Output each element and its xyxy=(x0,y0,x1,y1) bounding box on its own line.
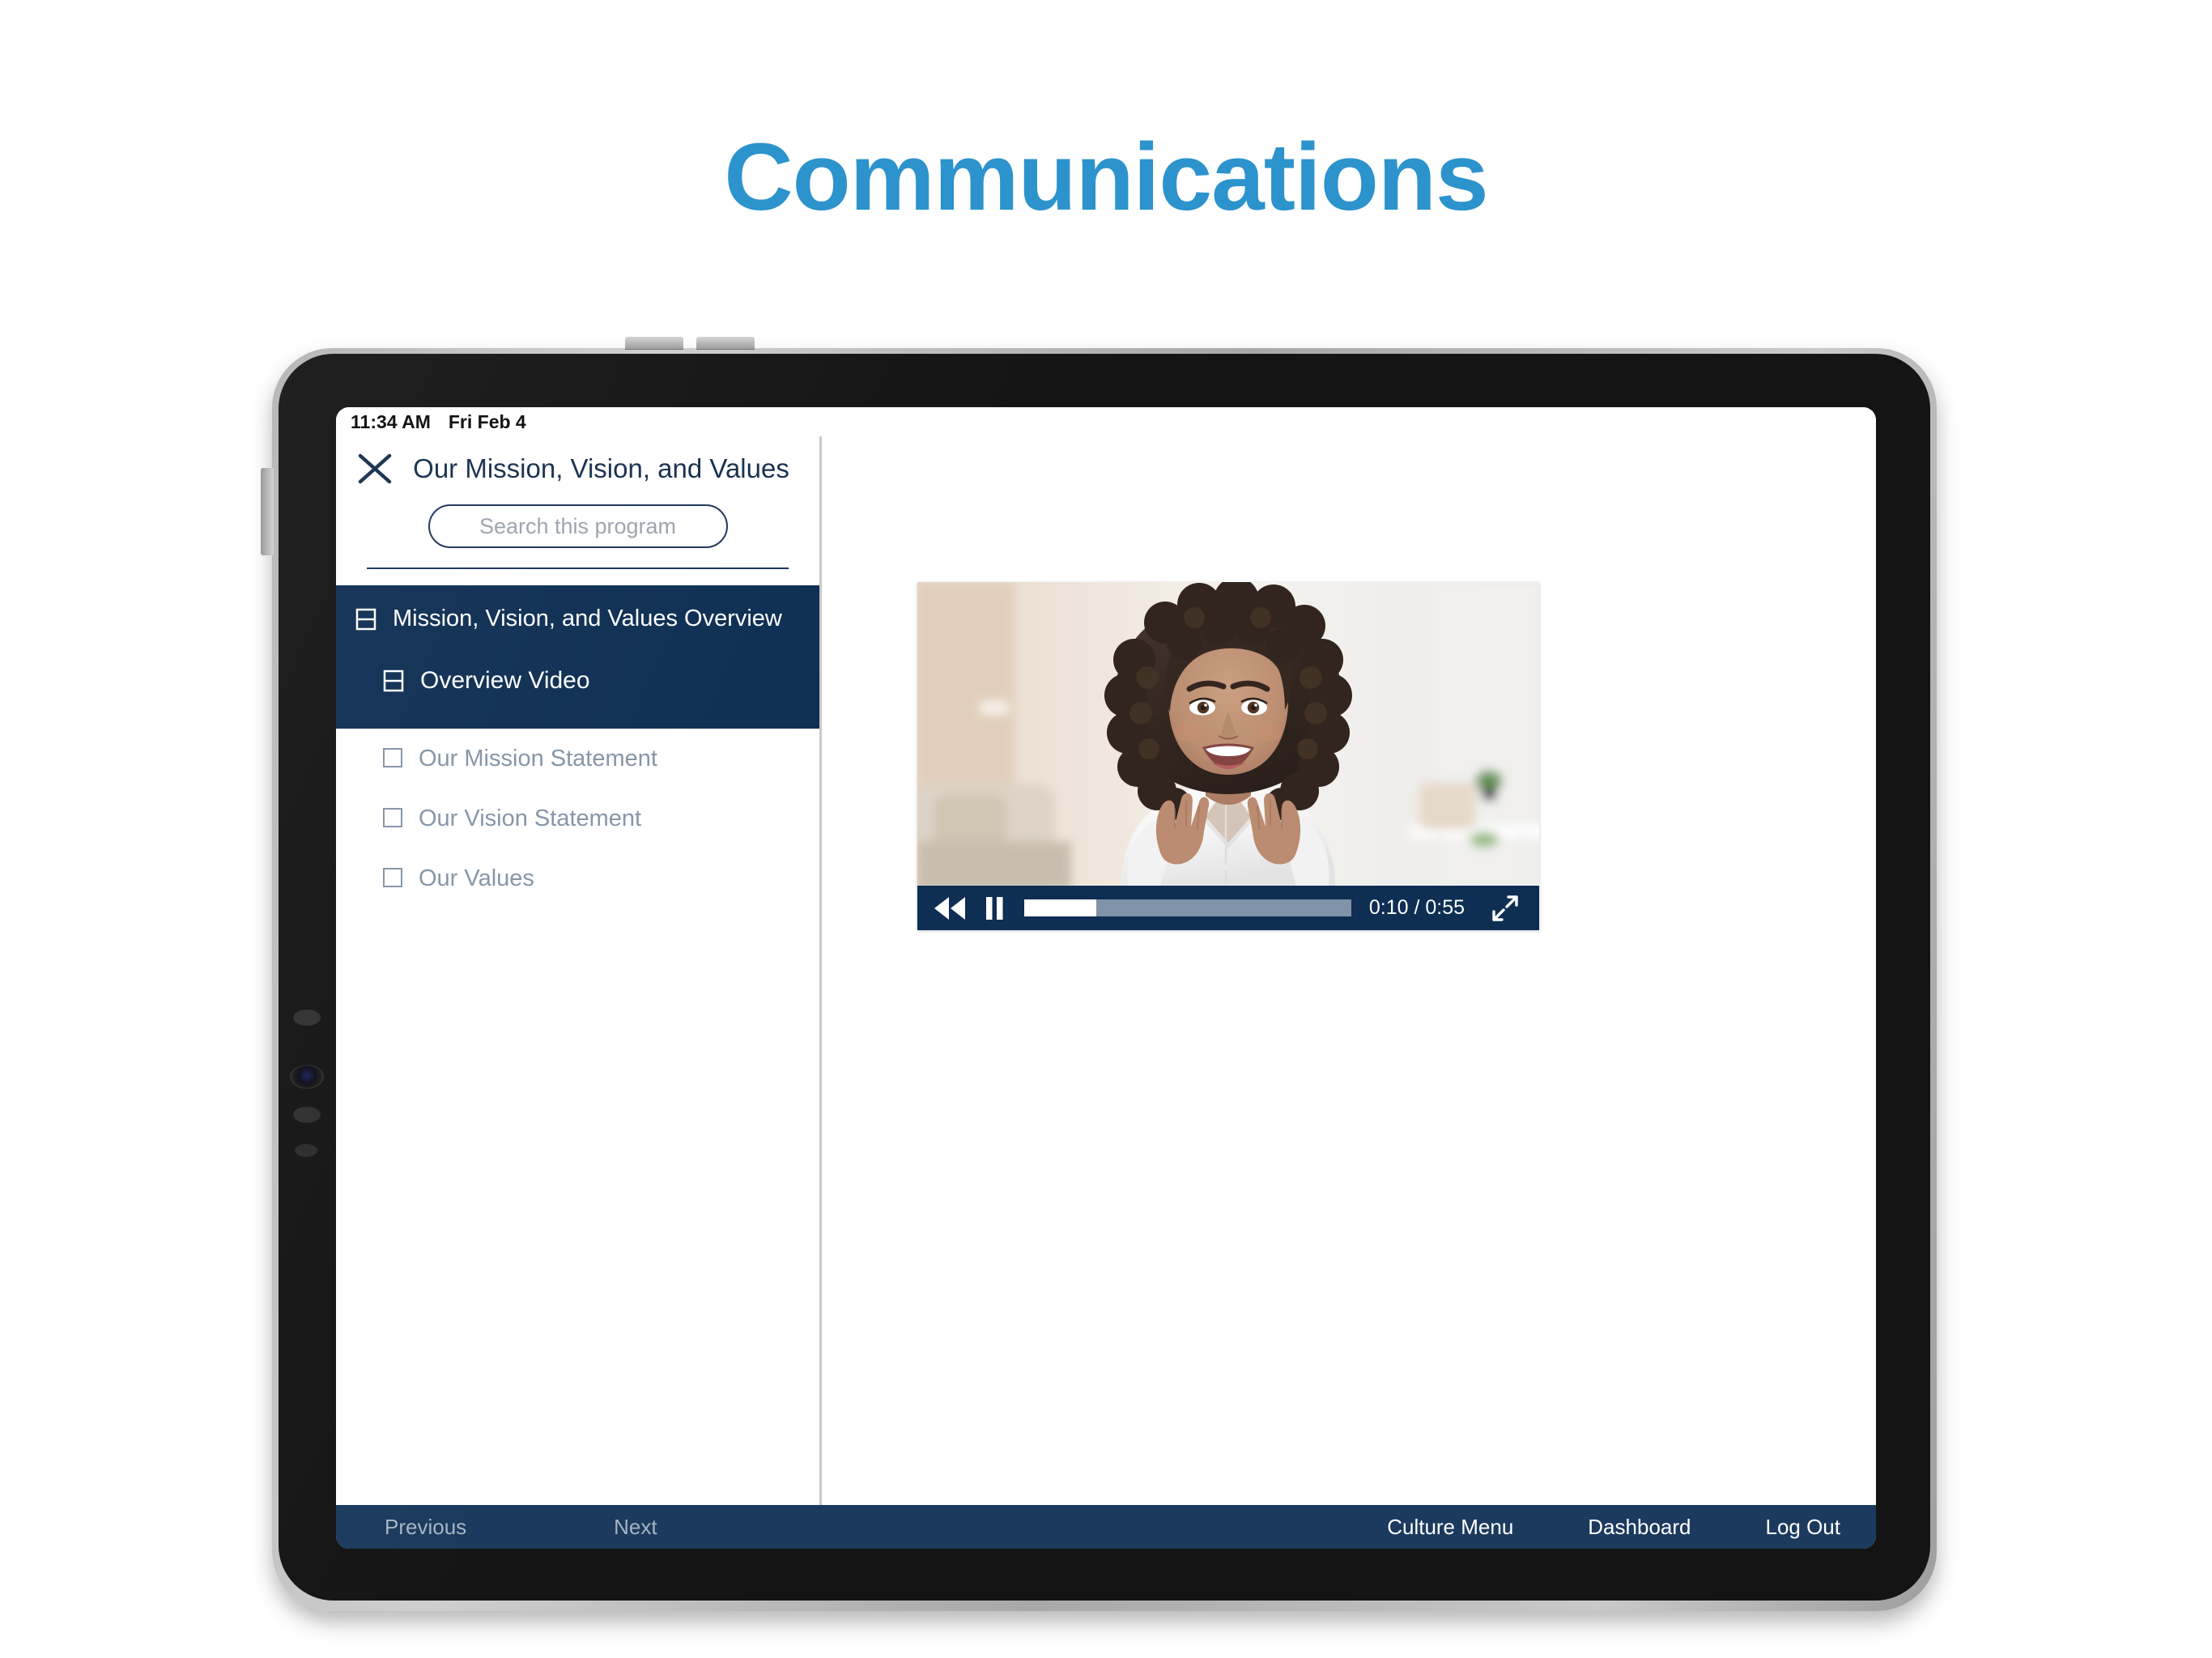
sidebar-item-label: Our Values xyxy=(419,865,534,892)
bottom-navigation-bar: Previous Next Culture Menu Dashboard Log… xyxy=(336,1505,1876,1549)
sidebar-item-label: Our Mission Statement xyxy=(419,745,657,772)
bottom-bar-right-group: Culture Menu Dashboard Log Out xyxy=(1334,1515,1876,1540)
next-button[interactable]: Next xyxy=(593,1515,678,1540)
sensor-dot xyxy=(295,1144,317,1157)
sidebar-item-label: Our Vision Statement xyxy=(419,805,642,831)
sidebar-program-title: Our Mission, Vision, and Values xyxy=(413,453,789,483)
app-body: Our Mission, Vision, and Values Search t… xyxy=(336,436,1876,1505)
square-icon xyxy=(383,868,402,888)
rewind-icon[interactable] xyxy=(932,895,968,921)
volume-up-button[interactable] xyxy=(625,337,683,350)
book-icon xyxy=(383,670,404,699)
sidebar-item-label: Overview Video xyxy=(420,667,590,695)
page-title: Communications xyxy=(724,124,1488,231)
square-icon xyxy=(383,807,402,827)
sidebar-item-mission-vision-values-overview[interactable]: Mission, Vision, and Values Overview xyxy=(336,585,819,656)
status-bar: 11:34 AM Fri Feb 4 xyxy=(336,407,1876,436)
pause-icon[interactable] xyxy=(981,895,1008,922)
sidebar-item-our-values[interactable]: Our Values xyxy=(336,848,819,908)
content-pane: 0:10 / 0:55 xyxy=(822,436,1876,1505)
culture-menu-button[interactable]: Culture Menu xyxy=(1366,1515,1534,1540)
tablet-bezel: 11:34 AM Fri Feb 4 Our Mission, Vision, … xyxy=(279,354,1930,1601)
status-bar-time: 11:34 AM xyxy=(351,410,431,432)
video-frame[interactable] xyxy=(917,582,1539,886)
status-bar-date: Fri Feb 4 xyxy=(448,410,526,432)
front-camera-icon xyxy=(290,1065,324,1089)
video-controls-bar: 0:10 / 0:55 xyxy=(917,886,1539,930)
sidebar-nav-list: Mission, Vision, and Values Overview Ove… xyxy=(336,585,819,908)
book-icon xyxy=(355,608,376,637)
tablet-device: 11:34 AM Fri Feb 4 Our Mission, Vision, … xyxy=(261,337,1937,1611)
video-progress-fill xyxy=(1024,899,1096,916)
sidebar-item-our-vision-statement[interactable]: Our Vision Statement xyxy=(336,789,819,848)
square-icon xyxy=(383,747,402,767)
sidebar-item-overview-video[interactable]: Overview Video xyxy=(336,655,819,729)
sidebar-title-row: Our Mission, Vision, and Values xyxy=(347,436,808,493)
sensor-dot xyxy=(293,1107,321,1123)
video-time-display: 0:10 / 0:55 xyxy=(1368,896,1465,919)
sidebar-header: Our Mission, Vision, and Values xyxy=(336,436,819,569)
close-icon[interactable] xyxy=(354,448,396,490)
sidebar-item-our-mission-statement[interactable]: Our Mission Statement xyxy=(336,729,819,789)
volume-down-button[interactable] xyxy=(696,337,755,350)
sidebar-divider xyxy=(367,568,789,569)
search-input[interactable] xyxy=(428,504,728,548)
sidebar: Our Mission, Vision, and Values Search t… xyxy=(336,436,822,1505)
tablet-screen: 11:34 AM Fri Feb 4 Our Mission, Vision, … xyxy=(336,407,1876,1549)
log-out-button[interactable]: Log Out xyxy=(1744,1515,1861,1540)
search-wrapper xyxy=(347,493,808,548)
screenshot-root: Communications 11:34 AM Fri Feb 4 Our Mi… xyxy=(0,0,2212,1658)
video-progress-bar[interactable] xyxy=(1024,899,1351,916)
dashboard-button[interactable]: Dashboard xyxy=(1567,1515,1712,1540)
power-button[interactable] xyxy=(261,468,274,555)
sensor-dot xyxy=(293,1010,321,1026)
video-player: 0:10 / 0:55 xyxy=(917,582,1539,930)
sidebar-item-label: Mission, Vision, and Values Overview xyxy=(393,606,782,631)
bottom-bar-left-group: Previous Next xyxy=(336,1515,678,1540)
expand-fullscreen-icon[interactable] xyxy=(1489,892,1521,925)
previous-button[interactable]: Previous xyxy=(364,1515,487,1540)
